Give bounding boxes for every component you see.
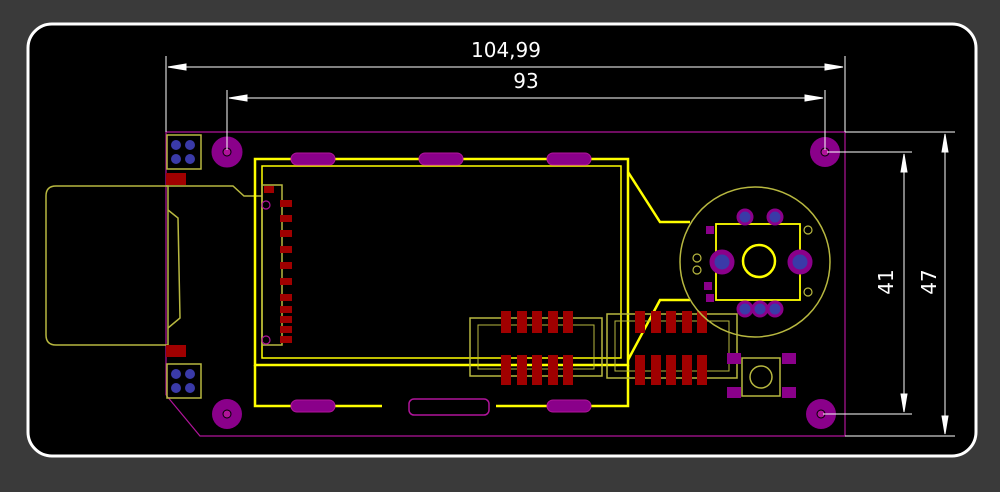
dimension-label-overall-width: 104,99 <box>471 38 541 62</box>
fpc-pin <box>280 278 292 285</box>
canvas-panel <box>26 22 978 458</box>
connector-pad <box>666 355 676 385</box>
connector-pad <box>651 355 661 385</box>
connector-pad <box>548 311 558 333</box>
connector-pad <box>517 355 527 385</box>
dimension-label-hole-spacing-horizontal: 93 <box>513 69 538 93</box>
fpc-pin <box>280 326 292 333</box>
connector-pad <box>682 311 692 333</box>
usb-pad-top <box>166 173 186 185</box>
fpc-pin <box>280 336 292 343</box>
connector-pad <box>501 311 511 333</box>
connector-pad <box>563 355 573 385</box>
connector-pad <box>532 311 542 333</box>
fpc-pin <box>280 294 292 301</box>
connector-pad <box>666 311 676 333</box>
connector-pad <box>501 355 511 385</box>
connector-pad <box>651 311 661 333</box>
fpc-pin <box>280 215 292 222</box>
fpc-pin <box>280 316 292 323</box>
connector-pad <box>517 311 527 333</box>
fpc-pin <box>280 246 292 253</box>
connector-pad <box>548 355 558 385</box>
usb-pad-bottom <box>166 345 186 357</box>
fpc-pin <box>280 306 292 313</box>
connector-pad <box>563 311 573 333</box>
connector-pad <box>697 355 707 385</box>
fpc-pin <box>280 262 292 269</box>
dimension-label-hole-spacing-vertical: 41 <box>874 269 898 294</box>
fpc-pin <box>280 200 292 207</box>
fpc-pin <box>280 230 292 237</box>
connector-pad <box>635 311 645 333</box>
dimension-label-overall-height: 47 <box>917 269 941 294</box>
mounting-hole-bottom-left <box>212 399 242 429</box>
connector-pad <box>635 355 645 385</box>
connector-pad <box>682 355 692 385</box>
connector-pad <box>532 355 542 385</box>
pcb-layout-view: 104,99 93 41 47 <box>26 22 978 458</box>
